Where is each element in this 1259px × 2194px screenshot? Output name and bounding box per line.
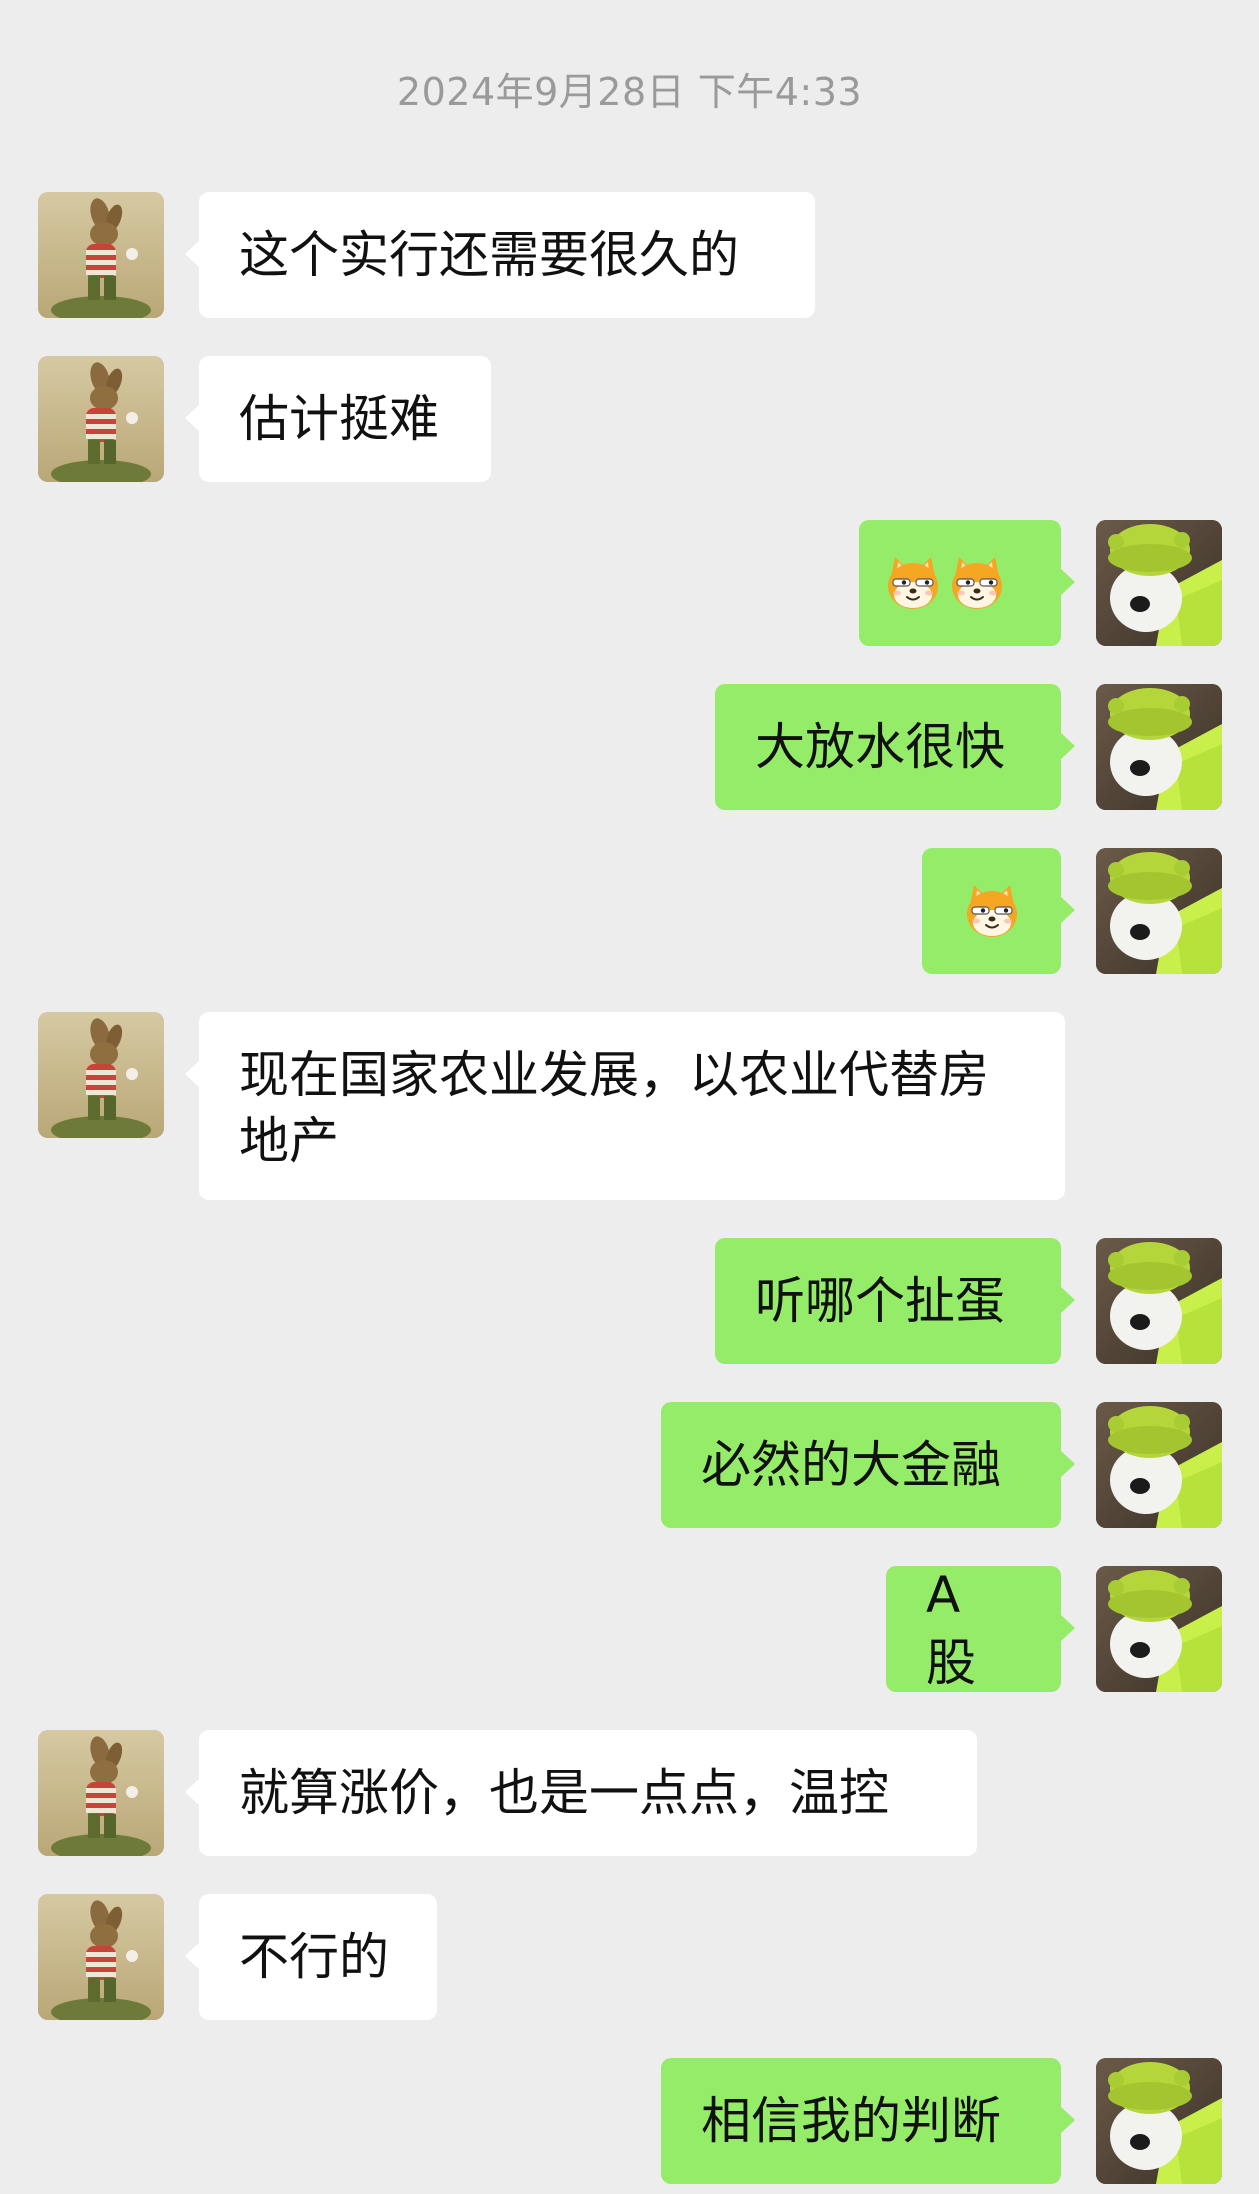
incoming-message-bubble[interactable]: 这个实行还需要很久的 bbox=[185, 192, 815, 318]
green-hat-dog-avatar-icon bbox=[1096, 848, 1222, 974]
contact-avatar[interactable] bbox=[38, 1894, 164, 2020]
doge-cat-emoji-icon bbox=[883, 553, 943, 613]
outgoing-message-bubble[interactable]: 必然的大金融 bbox=[661, 1402, 1075, 1528]
rabbit-avatar-icon bbox=[38, 1730, 164, 1856]
outgoing-message-bubble[interactable]: 相信我的判断 bbox=[661, 2058, 1075, 2184]
contact-avatar[interactable] bbox=[38, 1730, 164, 1856]
green-hat-dog-avatar-icon bbox=[1096, 1238, 1222, 1364]
incoming-message-bubble[interactable]: 不行的 bbox=[185, 1894, 437, 2020]
green-hat-dog-avatar-icon bbox=[1096, 520, 1222, 646]
green-hat-dog-avatar-icon bbox=[1096, 1402, 1222, 1528]
message-text: A 股 bbox=[926, 1566, 976, 1692]
chat-timestamp: 2024年9月28日 下午4:33 bbox=[396, 70, 863, 114]
my-avatar[interactable] bbox=[1096, 2058, 1222, 2184]
my-avatar[interactable] bbox=[1096, 1402, 1222, 1528]
message-text: 估计挺难 bbox=[239, 390, 439, 448]
contact-avatar[interactable] bbox=[38, 192, 164, 318]
message-text: 不行的 bbox=[239, 1928, 389, 1986]
message-text: 大放水很快 bbox=[755, 718, 1005, 776]
my-avatar[interactable] bbox=[1096, 1238, 1222, 1364]
my-avatar[interactable] bbox=[1096, 848, 1222, 974]
incoming-message-bubble[interactable]: 就算涨价，也是一点点，温控 bbox=[185, 1730, 977, 1856]
doge-cat-emoji-icon bbox=[947, 553, 1007, 613]
outgoing-message-bubble[interactable]: A 股 bbox=[886, 1566, 1075, 1692]
message-text: 现在国家农业发展，以农业代替房地产 bbox=[239, 1046, 989, 1170]
contact-avatar[interactable] bbox=[38, 356, 164, 482]
green-hat-dog-avatar-icon bbox=[1096, 1566, 1222, 1692]
message-text: 就算涨价，也是一点点，温控 bbox=[239, 1764, 889, 1822]
rabbit-avatar-icon bbox=[38, 356, 164, 482]
incoming-message-bubble[interactable]: 估计挺难 bbox=[185, 356, 491, 482]
message-text: 相信我的判断 bbox=[701, 2092, 1001, 2150]
contact-avatar[interactable] bbox=[38, 1012, 164, 1138]
doge-cat-emoji-icon bbox=[962, 881, 1022, 941]
outgoing-emoji-bubble[interactable] bbox=[922, 848, 1075, 974]
message-text: 这个实行还需要很久的 bbox=[239, 226, 739, 284]
message-text: 必然的大金融 bbox=[701, 1436, 1001, 1494]
rabbit-avatar-icon bbox=[38, 1894, 164, 2020]
green-hat-dog-avatar-icon bbox=[1096, 684, 1222, 810]
rabbit-avatar-icon bbox=[38, 192, 164, 318]
outgoing-emoji-bubble[interactable] bbox=[859, 520, 1075, 646]
message-text: 听哪个扯蛋 bbox=[755, 1272, 1005, 1330]
my-avatar[interactable] bbox=[1096, 684, 1222, 810]
green-hat-dog-avatar-icon bbox=[1096, 2058, 1222, 2184]
rabbit-avatar-icon bbox=[38, 1012, 164, 1138]
incoming-message-bubble[interactable]: 现在国家农业发展，以农业代替房地产 bbox=[185, 1012, 1065, 1200]
outgoing-message-bubble[interactable]: 听哪个扯蛋 bbox=[715, 1238, 1075, 1364]
my-avatar[interactable] bbox=[1096, 1566, 1222, 1692]
my-avatar[interactable] bbox=[1096, 520, 1222, 646]
outgoing-message-bubble[interactable]: 大放水很快 bbox=[715, 684, 1075, 810]
